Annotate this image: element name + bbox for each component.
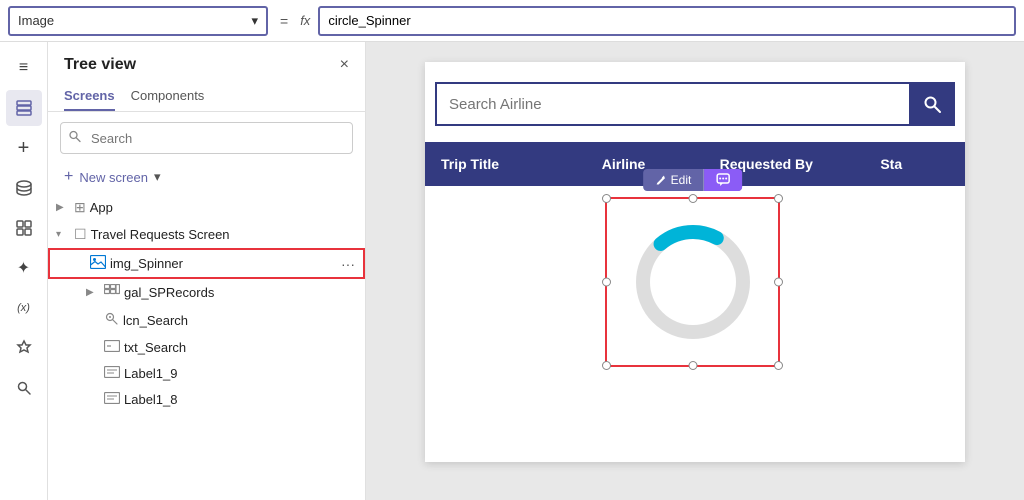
property-selector[interactable]: Image ▾: [8, 6, 268, 36]
label1-9-label: Label1_9: [124, 366, 357, 381]
tree-title: Tree view: [64, 56, 136, 74]
components-icon[interactable]: [6, 210, 42, 246]
close-icon[interactable]: ×: [340, 56, 349, 74]
label1-8-label: Label1_8: [124, 392, 357, 407]
chevron-down-icon: ▾: [251, 13, 258, 29]
col-trip-title: Trip Title: [425, 156, 586, 172]
col-status: Sta: [864, 156, 965, 172]
handle-bc[interactable]: [688, 361, 697, 370]
gallery-icon: [104, 284, 120, 301]
tree-header: Tree view ×: [48, 42, 365, 74]
tab-screens[interactable]: Screens: [64, 82, 115, 111]
tree-search: [60, 122, 353, 154]
label-icon: [104, 365, 120, 381]
edit-toolbar: Edit: [643, 169, 743, 191]
tree-panel: Tree view × Screens Components + New scr…: [48, 42, 366, 500]
handle-tl[interactable]: [602, 194, 611, 203]
tree-item-label1-8[interactable]: Label1_8: [48, 386, 365, 412]
new-screen-label: New screen: [79, 170, 148, 185]
search-bottom-icon[interactable]: [6, 370, 42, 406]
formula-bar: Image ▾ = fx circle_Spinner: [0, 0, 1024, 42]
handle-ml[interactable]: [602, 278, 611, 287]
tree-item-app[interactable]: ▶ ⊞ App: [48, 194, 365, 221]
more-options-icon[interactable]: ···: [341, 256, 355, 272]
comment-button[interactable]: [704, 169, 742, 191]
data-icon[interactable]: [6, 170, 42, 206]
search-airline-button[interactable]: [909, 82, 955, 126]
screen-icon: ☐: [74, 226, 87, 243]
equals-sign: =: [276, 13, 292, 29]
app-icon: ⊞: [74, 199, 86, 216]
selection-handles: [602, 194, 783, 370]
search-airline-input[interactable]: [435, 82, 909, 126]
tree-item-lcn-search[interactable]: lcn_Search: [48, 306, 365, 334]
search-icon: [68, 130, 82, 147]
textbox-icon: [104, 339, 120, 355]
txt-search-label: txt_Search: [124, 340, 357, 355]
travel-screen-label: Travel Requests Screen: [91, 227, 357, 242]
tree-item-travel-screen[interactable]: ▾ ☐ Travel Requests Screen: [48, 221, 365, 248]
canvas-area: Trip Title Airline Requested By Sta Edit: [366, 42, 1024, 500]
tree-item-txt-search[interactable]: txt_Search: [48, 334, 365, 360]
handle-mr[interactable]: [774, 278, 783, 287]
icon-element-icon: [104, 311, 119, 329]
plugin-icon[interactable]: [6, 330, 42, 366]
chevron-down-icon: ▾: [154, 169, 161, 185]
formula-value: circle_Spinner: [328, 13, 410, 28]
expand-icon: ▶: [56, 202, 70, 213]
plus-icon: +: [64, 168, 73, 186]
new-screen-button[interactable]: + New screen ▾: [48, 164, 365, 194]
edit-button[interactable]: Edit: [643, 169, 705, 191]
tab-components[interactable]: Components: [131, 82, 205, 111]
lcn-search-label: lcn_Search: [123, 313, 357, 328]
formula-input[interactable]: circle_Spinner: [318, 6, 1016, 36]
sparkle-icon[interactable]: ✦: [6, 250, 42, 286]
layers-icon[interactable]: [6, 90, 42, 126]
image-icon: [90, 255, 106, 272]
hamburger-icon[interactable]: ≡: [6, 50, 42, 86]
tree-tabs: Screens Components: [48, 74, 365, 112]
handle-tc[interactable]: [688, 194, 697, 203]
handle-br[interactable]: [774, 361, 783, 370]
property-name: Image: [18, 13, 54, 28]
fx-label: fx: [300, 13, 310, 28]
label-icon: [104, 391, 120, 407]
app-canvas: Trip Title Airline Requested By Sta Edit: [425, 62, 965, 462]
app-label: App: [90, 200, 357, 215]
handle-tr[interactable]: [774, 194, 783, 203]
insert-icon[interactable]: +: [6, 130, 42, 166]
img-spinner-label: img_Spinner: [110, 256, 337, 271]
handle-bl[interactable]: [602, 361, 611, 370]
main-area: ≡ + ✦ (x) Tree view × Screens: [0, 42, 1024, 500]
tree-item-label1-9[interactable]: Label1_9: [48, 360, 365, 386]
spinner-element[interactable]: Edit: [605, 197, 780, 367]
left-nav: ≡ + ✦ (x): [0, 42, 48, 500]
tree-item-img-spinner[interactable]: img_Spinner ···: [48, 248, 365, 279]
gal-sprecords-label: gal_SPRecords: [124, 285, 357, 300]
expand-icon: ▶: [86, 287, 100, 298]
variable-icon[interactable]: (x): [6, 290, 42, 326]
tree-content: ▶ ⊞ App ▾ ☐ Travel Requests Screen img_S…: [48, 194, 365, 500]
tree-item-gal-sprecords[interactable]: ▶ gal_SPRecords: [48, 279, 365, 306]
expand-icon: ▾: [56, 229, 70, 240]
canvas-search-bar: [435, 82, 955, 126]
search-input[interactable]: [60, 122, 353, 154]
